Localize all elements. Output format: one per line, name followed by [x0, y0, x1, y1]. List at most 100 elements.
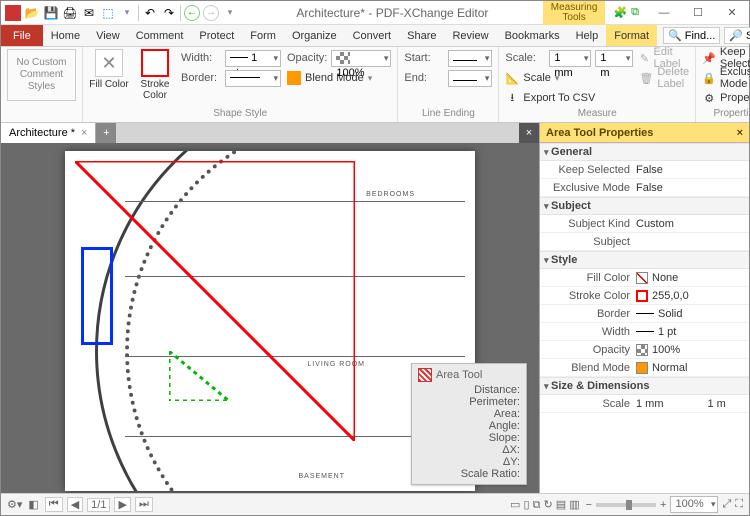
zoom-out-icon[interactable]: − [586, 499, 592, 511]
prop-row[interactable]: Width1 pt [540, 323, 749, 341]
qat-dropdown-icon[interactable]: ▾ [119, 5, 135, 21]
prop-row[interactable]: Subject KindCustom [540, 215, 749, 233]
options-icon[interactable]: ⚙▾ [7, 498, 22, 511]
nav-back-icon[interactable]: ← [184, 5, 200, 21]
line-start-combo[interactable] [448, 50, 492, 67]
prop-row[interactable]: Blend ModeNormal [540, 359, 749, 377]
ui-options-icon[interactable]: 🧩 [613, 6, 627, 19]
sidebar-toggle-icon[interactable]: ◧ [28, 498, 38, 511]
prop-row[interactable]: Fill ColorNone [540, 269, 749, 287]
page-indicator[interactable]: 1/1 [87, 498, 110, 512]
group-label-measure: Measure [505, 108, 689, 122]
redo-icon[interactable]: ↷ [161, 5, 177, 21]
properties-button[interactable]: ⚙Properties [702, 91, 750, 105]
menu-comment[interactable]: Comment [128, 25, 192, 46]
prop-row[interactable]: Scale1 mm1 m [540, 395, 749, 413]
page-navigator[interactable]: ⏮ ◀ 1/1 ▶ ⏭ [45, 497, 153, 512]
zoom-slider[interactable] [596, 503, 656, 507]
first-page-icon[interactable]: ⏮ [45, 497, 63, 512]
pin-icon: 📌 [702, 51, 716, 65]
undo-icon[interactable]: ↶ [142, 5, 158, 21]
save-icon[interactable]: 💾 [43, 5, 59, 21]
comment-styles-box[interactable]: No Custom Comment Styles [7, 49, 76, 101]
square-icon [141, 49, 169, 77]
menu-convert[interactable]: Convert [345, 25, 400, 46]
menu-organize[interactable]: Organize [284, 25, 345, 46]
x-icon: ✕ [95, 49, 123, 77]
color-swatch [636, 290, 648, 302]
zoom-combo[interactable]: 100% [670, 496, 718, 513]
close-button[interactable]: ✕ [715, 1, 749, 25]
scale-label: Scale: [505, 52, 545, 64]
menu-form[interactable]: Form [242, 25, 284, 46]
mail-icon[interactable]: ✉ [81, 5, 97, 21]
section-subject[interactable]: Subject [540, 197, 749, 215]
opacity-combo[interactable]: 100% [331, 50, 391, 67]
nav-fwd-icon[interactable]: → [203, 5, 219, 21]
prop-row[interactable]: BorderSolid [540, 305, 749, 323]
window-title: Architecture* - PDF-XChange Editor [242, 6, 543, 20]
maximize-button[interactable]: ☐ [681, 1, 715, 25]
scale-button[interactable]: 📐Scale ▾ [505, 71, 559, 85]
prev-page-icon[interactable]: ◀ [67, 497, 83, 512]
prop-row[interactable]: Opacity100% [540, 341, 749, 359]
delete-label-button: 🗑Delete Label [639, 66, 689, 90]
export-csv-button[interactable]: ⭳Export To CSV [505, 91, 595, 105]
exclusive-mode-button[interactable]: 🔒Exclusive Mode [702, 66, 750, 90]
menu-home[interactable]: Home [43, 25, 88, 46]
section-style[interactable]: Style [540, 251, 749, 269]
stroke-color-button[interactable]: Stroke Color [135, 49, 175, 101]
section-general[interactable]: General [540, 143, 749, 161]
search-button[interactable]: 🔎Search... [724, 27, 750, 44]
search-icon: 🔍 [668, 29, 682, 42]
group-label-shape: Shape Style [89, 108, 391, 122]
layout-icons[interactable]: ▭ ▯ ⧉ ↻ ▤ ▥ [510, 498, 580, 512]
menu-share[interactable]: Share [399, 25, 444, 46]
close-icon[interactable]: × [81, 127, 87, 139]
trash-icon: 🗑 [639, 71, 653, 85]
add-tab-button[interactable]: + [96, 123, 116, 143]
close-pane-button[interactable]: × [519, 123, 539, 143]
section-size[interactable]: Size & Dimensions [540, 377, 749, 395]
print-icon[interactable]: 🖨 [62, 5, 78, 21]
prop-row[interactable]: Subject [540, 233, 749, 251]
find-button[interactable]: 🔍Find... [663, 27, 720, 44]
launch-app-icon[interactable]: ⧉ [631, 6, 639, 19]
prop-row[interactable]: Exclusive ModeFalse [540, 179, 749, 197]
border-combo[interactable] [225, 70, 281, 87]
document-canvas[interactable]: BEDROOMS LIVING ROOM BASEMENT Area Tool … [1, 143, 539, 493]
properties-pane-header[interactable]: Area Tool Properties× [540, 123, 749, 143]
last-page-icon[interactable]: ⏭ [135, 497, 153, 512]
zoom-fit-icon[interactable]: ⤢ [722, 498, 731, 511]
menu-review[interactable]: Review [444, 25, 496, 46]
separator [180, 5, 181, 21]
scan-icon[interactable]: ⬚ [100, 5, 116, 21]
blue-rect-annotation[interactable] [81, 247, 113, 345]
file-menu[interactable]: File [1, 25, 43, 46]
width-combo[interactable]: 1 pt [225, 50, 281, 67]
next-page-icon[interactable]: ▶ [114, 497, 130, 512]
prop-row[interactable]: Stroke Color255,0,0 [540, 287, 749, 305]
scale-b-combo[interactable]: 1 m [595, 50, 633, 67]
zoom-in-icon[interactable]: + [660, 499, 666, 511]
minimize-button[interactable]: — [647, 1, 681, 25]
fullscreen-icon[interactable]: ⛶ [735, 498, 743, 511]
prop-row[interactable]: Keep SelectedFalse [540, 161, 749, 179]
menu-view[interactable]: View [88, 25, 128, 46]
nav-dropdown-icon[interactable]: ▾ [222, 5, 238, 21]
line-end-combo[interactable] [448, 70, 492, 87]
gear-icon: ⚙ [702, 91, 716, 105]
menu-format[interactable]: Format [606, 25, 657, 46]
end-label: End: [404, 72, 444, 84]
menu-bookmarks[interactable]: Bookmarks [497, 25, 568, 46]
folder-open-icon[interactable]: 📂 [24, 5, 40, 21]
document-tab[interactable]: Architecture *× [1, 123, 96, 143]
fill-color-button[interactable]: ✕ Fill Color [89, 49, 129, 90]
green-triangle-annotation[interactable] [169, 351, 229, 401]
scale-a-combo[interactable]: 1 mm [549, 50, 591, 67]
close-icon[interactable]: × [737, 127, 743, 139]
menu-protect[interactable]: Protect [191, 25, 242, 46]
menu-help[interactable]: Help [568, 25, 607, 46]
separator [138, 5, 139, 21]
blend-icon [287, 71, 301, 85]
